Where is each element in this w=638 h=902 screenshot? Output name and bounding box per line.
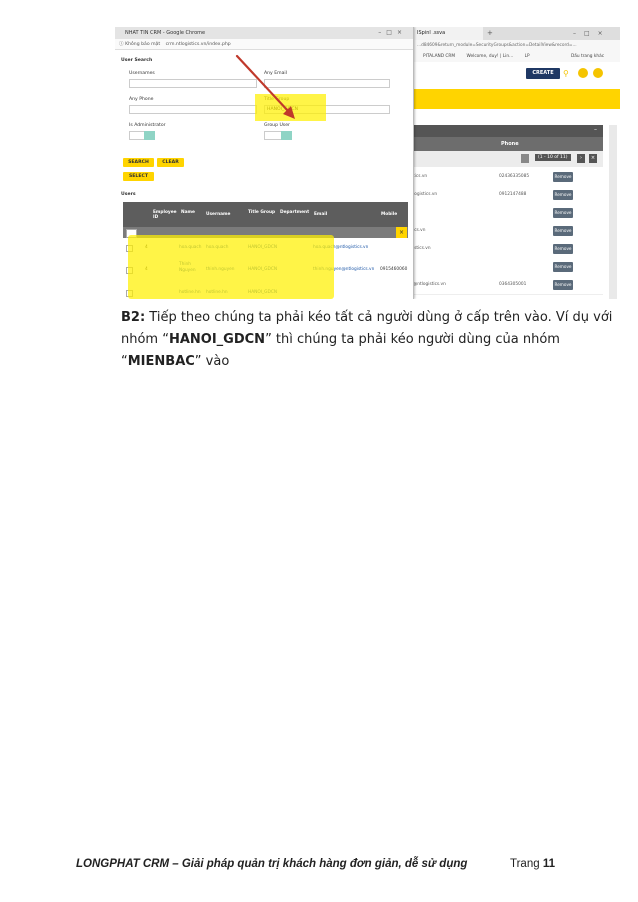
page-number: 11	[542, 858, 555, 870]
page-label: Trang	[510, 858, 543, 870]
annotation-arrow-icon	[235, 54, 295, 119]
instruction-line-1: B2: Tiếp theo chúng ta phải kéo tất cả n…	[121, 309, 612, 326]
instruction-text-2a: nhóm “	[121, 332, 169, 347]
group-name-source: HANOI_GDCN	[168, 332, 266, 347]
group-name-target: MIENBAC	[127, 354, 195, 369]
instruction-line-3: “MIENBAC” vào	[121, 353, 229, 370]
instruction-text-1: Tiếp theo chúng ta phải kéo tất cả người…	[145, 310, 613, 325]
footer-title: LONGPHAT CRM – Giải pháp quản trị khách …	[76, 858, 468, 870]
instruction-text-3a: “	[121, 354, 128, 369]
instruction-text-2b: ” thì chúng ta phải kéo người dùng của n…	[265, 332, 560, 347]
instruction-line-2: nhóm “HANOI_GDCN” thì chúng ta phải kéo …	[121, 331, 560, 348]
instruction-text-3b: ” vào	[194, 354, 230, 369]
footer-page: Trang 11	[510, 858, 555, 870]
crm-screenshot: ISpinl .ssva + –□× ...d84609&return_modu…	[115, 27, 620, 299]
step-label: B2:	[121, 310, 146, 325]
